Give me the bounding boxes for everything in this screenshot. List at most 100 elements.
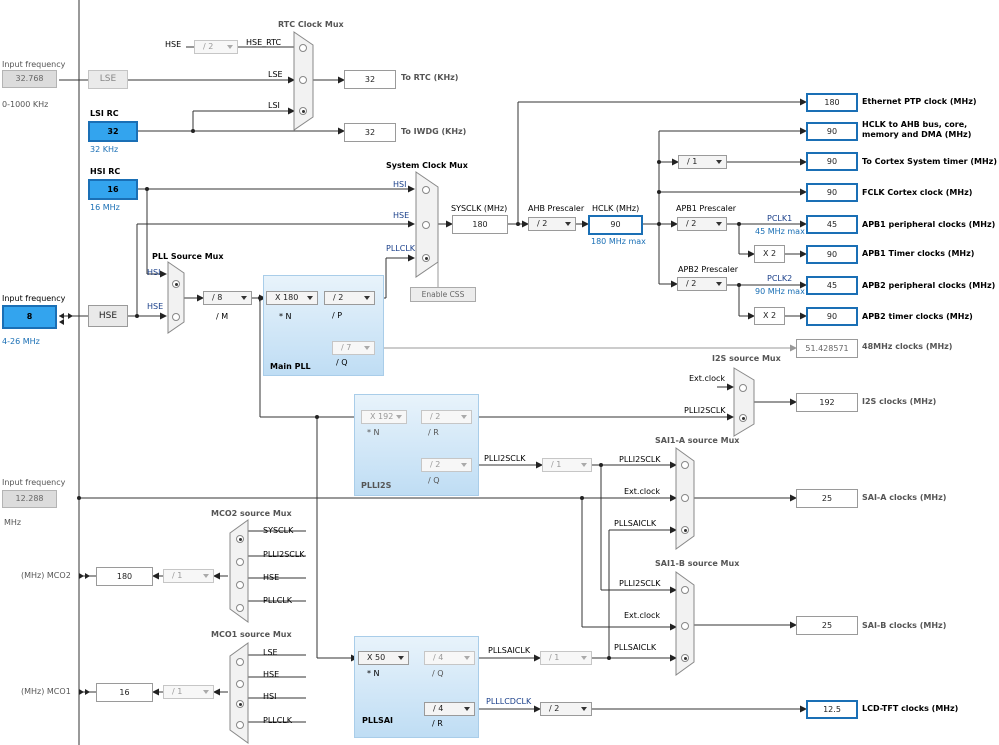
mco2-divider[interactable]: / 1 bbox=[163, 569, 214, 583]
rtc-mux-title: RTC Clock Mux bbox=[278, 20, 344, 29]
main-pll-q-divider[interactable]: / 7 bbox=[332, 341, 375, 355]
enable-css-button[interactable]: Enable CSS bbox=[410, 287, 476, 302]
sai-b-radio-plli2s[interactable] bbox=[681, 586, 689, 594]
sai-a-mux-title: SAI1-A source Mux bbox=[655, 436, 740, 445]
apb2-prescaler-label: APB2 Prescaler bbox=[678, 265, 739, 274]
lse-block[interactable]: LSE bbox=[88, 70, 128, 89]
cortex-timer-divider[interactable]: / 1 bbox=[678, 155, 727, 169]
output-hclk-value: 90 bbox=[806, 122, 858, 141]
plli2s-q-divider[interactable]: / 2 bbox=[421, 458, 472, 472]
main-pll-p-divider[interactable]: / 2 bbox=[324, 291, 375, 305]
sai-b-pllsai-label: PLLSAICLK bbox=[614, 643, 657, 652]
ahb-prescaler-select[interactable]: / 2 bbox=[528, 217, 576, 231]
mco2-radio-hse[interactable] bbox=[236, 581, 244, 589]
output-cortex-timer-value: 90 bbox=[806, 152, 858, 171]
rtc-hse-rtc-label: HSE_RTC bbox=[246, 38, 282, 47]
mco2-input-plli2sclk: PLLI2SCLK bbox=[263, 550, 305, 559]
rtc-output-value: 32 bbox=[344, 70, 396, 89]
pllsai-r-divider[interactable]: / 4 bbox=[424, 702, 475, 716]
pll-src-radio-hsi[interactable] bbox=[172, 280, 180, 288]
hse-range: 4-26 MHz bbox=[2, 337, 40, 346]
plli2s-q-label: / Q bbox=[428, 476, 440, 485]
sai-b-plli2s-label: PLLI2SCLK bbox=[619, 579, 661, 588]
output-i2s-label: I2S clocks (MHz) bbox=[862, 397, 937, 406]
pll-src-radio-hse[interactable] bbox=[172, 313, 180, 321]
mco2-radio-plli2sclk[interactable] bbox=[236, 558, 244, 566]
apb1-prescaler-select[interactable]: / 2 bbox=[677, 217, 727, 231]
mco1-radio-lse[interactable] bbox=[236, 658, 244, 666]
pll-m-label: / M bbox=[216, 312, 229, 321]
output-sai-b-value: 25 bbox=[796, 616, 858, 635]
mco2-radio-sysclk[interactable] bbox=[236, 535, 244, 543]
plli2s-r-divider[interactable]: / 2 bbox=[421, 410, 472, 424]
sai-b-radio-pllsai[interactable] bbox=[681, 654, 689, 662]
output-sai-b-label: SAI-B clocks (MHz) bbox=[862, 621, 947, 630]
sys-mux-radio-pllclk[interactable] bbox=[422, 254, 430, 262]
sai-b-radio-ext[interactable] bbox=[681, 622, 689, 630]
rtc-mux-radio-lsi[interactable] bbox=[299, 107, 307, 115]
plli2s-post-divider[interactable]: / 1 bbox=[542, 458, 592, 472]
hse-block[interactable]: HSE bbox=[88, 305, 128, 327]
hsi-rc-title: HSI RC bbox=[90, 167, 121, 176]
ext-frequency-input[interactable]: 12.288 bbox=[2, 490, 57, 508]
sai-a-radio-pllsai[interactable] bbox=[681, 526, 689, 534]
pllsai-q-divider[interactable]: / 4 bbox=[424, 651, 475, 665]
sys-mux-radio-hse[interactable] bbox=[422, 221, 430, 229]
mco2-radio-pllclk[interactable] bbox=[236, 604, 244, 612]
output-hclk-label-2: memory and DMA (MHz) bbox=[862, 130, 972, 139]
mco1-radio-pllclk[interactable] bbox=[236, 721, 244, 729]
mco1-mux-title: MCO1 source Mux bbox=[211, 630, 292, 639]
sai-a-radio-ext[interactable] bbox=[681, 494, 689, 502]
sys-mux-radio-hsi[interactable] bbox=[422, 186, 430, 194]
output-apb2-periph-label: APB2 peripheral clocks (MHz) bbox=[862, 281, 996, 290]
plli2s-n-multiplier[interactable]: X 192 bbox=[361, 410, 407, 424]
hclk-value[interactable]: 90 bbox=[588, 215, 643, 235]
main-pll-n-multiplier[interactable]: X 180 bbox=[266, 291, 318, 305]
mco1-divider[interactable]: / 1 bbox=[163, 685, 214, 699]
output-apb1-periph-value: 45 bbox=[806, 215, 858, 234]
pclk1-label: PCLK1 bbox=[767, 214, 793, 223]
pllsai-r-post-divider[interactable]: / 2 bbox=[540, 702, 592, 716]
mco2-output-label: (MHz) MCO2 bbox=[21, 571, 71, 580]
output-lcd-tft-label: LCD-TFT clocks (MHz) bbox=[862, 704, 959, 713]
plli2s-title: PLLI2S bbox=[361, 481, 392, 490]
apb1-timer-x2: X 2 bbox=[754, 245, 785, 263]
mco2-input-pllclk: PLLCLK bbox=[263, 596, 293, 605]
mco1-input-hse: HSE bbox=[263, 670, 280, 679]
hse-frequency-input[interactable]: 8 bbox=[2, 305, 57, 329]
pllsai-q-post-divider[interactable]: / 1 bbox=[540, 651, 592, 665]
hse-input-label: Input frequency bbox=[2, 294, 66, 303]
mco1-radio-hsi[interactable] bbox=[236, 700, 244, 708]
ext-unit: MHz bbox=[4, 518, 22, 527]
sysclk-label: SYSCLK (MHz) bbox=[451, 204, 508, 213]
rtc-hse-divider[interactable]: / 2 bbox=[194, 40, 238, 54]
i2s-mux-ext-label: Ext.clock bbox=[689, 374, 726, 383]
pllsai-n-label: * N bbox=[367, 669, 380, 678]
sai-a-radio-plli2s[interactable] bbox=[681, 461, 689, 469]
apb2-max: 90 MHz max bbox=[755, 287, 805, 296]
apb2-timer-x2: X 2 bbox=[754, 307, 785, 325]
sai-b-mux-title: SAI1-B source Mux bbox=[655, 559, 740, 568]
output-apb2-periph-value: 45 bbox=[806, 276, 858, 295]
apb1-prescaler-label: APB1 Prescaler bbox=[676, 204, 737, 213]
rtc-mux-radio-lse[interactable] bbox=[299, 76, 307, 84]
pll-m-divider[interactable]: / 8 bbox=[203, 291, 252, 305]
output-fclk-value: 90 bbox=[806, 183, 858, 202]
mco1-input-lse: LSE bbox=[263, 648, 278, 657]
lse-frequency-input[interactable]: 32.768 bbox=[2, 70, 57, 88]
sys-mux-pllclk-label: PLLCLK bbox=[386, 244, 416, 253]
pllsai-n-multiplier[interactable]: X 50 bbox=[358, 651, 409, 665]
hsi-rc-value[interactable]: 16 bbox=[88, 179, 138, 200]
mco1-radio-hse[interactable] bbox=[236, 680, 244, 688]
i2s-mux-radio-plli2s[interactable] bbox=[739, 414, 747, 422]
output-fclk-label: FCLK Cortex clock (MHz) bbox=[862, 188, 973, 197]
main-pll-q-label: / Q bbox=[336, 358, 348, 367]
apb2-prescaler-select[interactable]: / 2 bbox=[677, 277, 727, 291]
i2s-mux-radio-ext[interactable] bbox=[739, 384, 747, 392]
lsi-rc-value[interactable]: 32 bbox=[88, 121, 138, 142]
system-mux-title: System Clock Mux bbox=[386, 161, 468, 170]
sai-a-ext-label: Ext.clock bbox=[624, 487, 661, 496]
sai-b-ext-label: Ext.clock bbox=[624, 611, 661, 620]
rtc-mux-radio-hse[interactable] bbox=[299, 44, 307, 52]
mco2-mux-title: MCO2 source Mux bbox=[211, 509, 292, 518]
